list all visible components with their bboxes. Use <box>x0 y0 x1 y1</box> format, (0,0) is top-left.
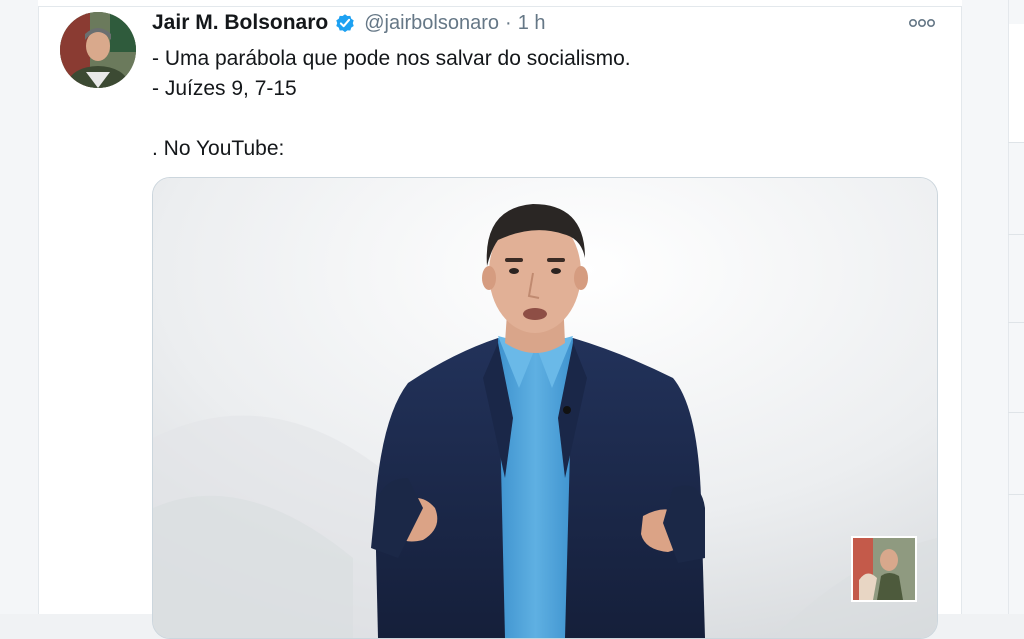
left-background <box>0 0 38 614</box>
sidebar-divider <box>1008 412 1024 413</box>
sidebar-divider <box>1008 142 1024 143</box>
tweet-text-line: - Juízes 9, 7-15 <box>152 77 297 100</box>
header-separator: · <box>505 11 512 34</box>
verified-badge-icon <box>334 12 356 34</box>
right-sidebar <box>962 0 1024 614</box>
avatar[interactable] <box>60 12 136 88</box>
tweet-header: Jair M. Bolsonaro @jairbolsonaro · 1 h <box>152 8 546 38</box>
tweet-text-line: . No YouTube: <box>152 137 285 160</box>
author-handle[interactable]: @jairbolsonaro <box>364 12 499 35</box>
tweet-text: - Uma parábola que pode nos salvar do so… <box>152 44 932 164</box>
video-channel-thumbnail[interactable] <box>851 536 917 602</box>
sidebar-divider <box>1008 234 1024 235</box>
sidebar-divider <box>1008 494 1024 495</box>
tweet-text-line: - Uma parábola que pode nos salvar do so… <box>152 47 631 70</box>
sidebar-divider <box>1008 322 1024 323</box>
tweet-text-blank-line <box>152 104 932 134</box>
video-frame <box>153 178 937 638</box>
author-name[interactable]: Jair M. Bolsonaro <box>152 11 328 35</box>
more-options-icon[interactable] <box>906 14 938 32</box>
previous-tweet-border <box>38 0 962 7</box>
video-media[interactable] <box>152 177 938 639</box>
avatar-photo <box>60 12 136 88</box>
sidebar-card <box>1009 24 1024 142</box>
thumbnail-photo <box>853 538 915 600</box>
tweet-timestamp[interactable]: 1 h <box>518 12 546 35</box>
